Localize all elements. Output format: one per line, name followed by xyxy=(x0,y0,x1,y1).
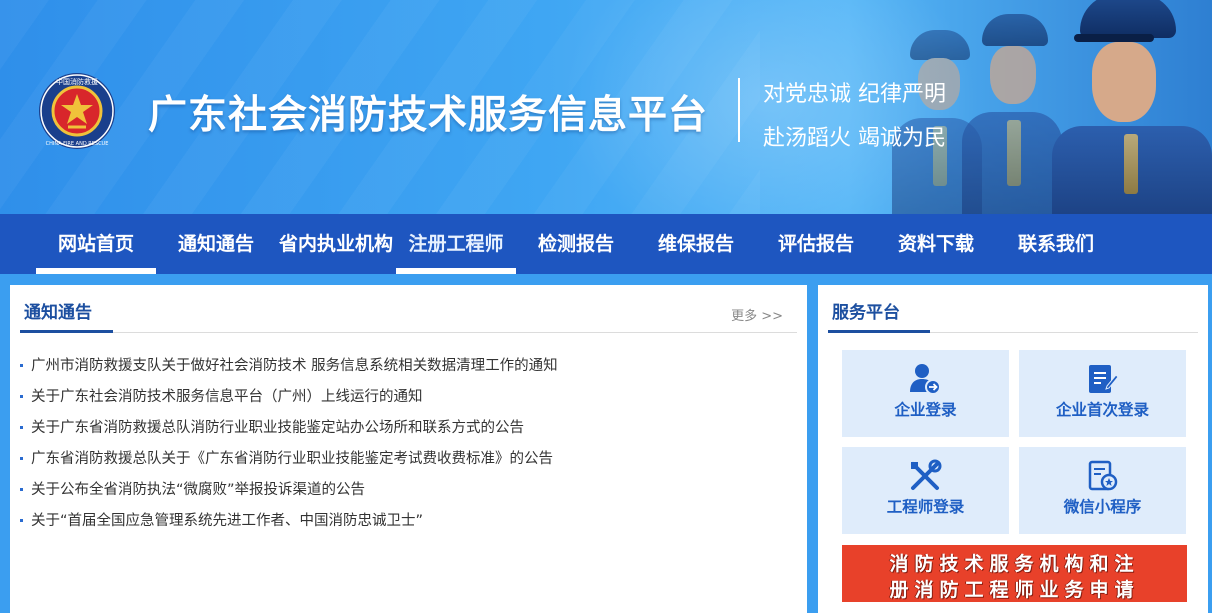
slogan-line-1: 对党忠诚 纪律严明 xyxy=(763,82,946,107)
header-divider xyxy=(738,78,740,142)
title-underline xyxy=(828,330,930,333)
promo-line-2: 册消防工程师业务申请 xyxy=(889,579,1140,601)
bullet-icon xyxy=(20,426,23,429)
notice-item[interactable]: 关于“首届全国应急管理系统先进工作者、中国消防忠诚卫士” xyxy=(20,510,558,541)
service-panel: 服务平台 企业登录 企业首次登录 工程师登录 微信小程序 消防技术服务机构和注 … xyxy=(818,285,1208,613)
user-login-icon xyxy=(910,364,941,395)
service-panel-title: 服务平台 xyxy=(832,303,900,323)
svg-text:中国消防救援: 中国消防救援 xyxy=(56,77,98,86)
nav-notices[interactable]: 通知通告 xyxy=(156,214,276,274)
tools-icon xyxy=(911,459,942,490)
service-panel-header: 服务平台 xyxy=(828,285,1198,333)
bullet-icon xyxy=(20,457,23,460)
nav-assessment-reports[interactable]: 评估报告 xyxy=(756,214,876,274)
enterprise-login-button[interactable]: 企业登录 xyxy=(842,350,1009,437)
notice-item[interactable]: 关于广东省消防救援总队消防行业职业技能鉴定站办公场所和联系方式的公告 xyxy=(20,417,558,448)
edit-document-icon xyxy=(1089,365,1119,393)
nav-downloads[interactable]: 资料下载 xyxy=(876,214,996,274)
wechat-miniprogram-button[interactable]: 微信小程序 xyxy=(1019,447,1186,534)
tile-label: 企业首次登录 xyxy=(1055,401,1149,419)
tile-label: 企业登录 xyxy=(894,401,957,419)
enterprise-first-login-button[interactable]: 企业首次登录 xyxy=(1019,350,1186,437)
nav-home[interactable]: 网站首页 xyxy=(36,214,156,274)
notice-item[interactable]: 广州市消防救援支队关于做好社会消防技术 服务信息系统相关数据清理工作的通知 xyxy=(20,355,558,386)
notice-item[interactable]: 关于公布全省消防执法“微腐败”举报投诉渠道的公告 xyxy=(20,479,558,510)
certificate-icon xyxy=(1088,460,1118,491)
nav-engineers[interactable]: 注册工程师 xyxy=(396,214,516,274)
bullet-icon xyxy=(20,364,23,367)
more-link[interactable]: 更多 >> xyxy=(731,305,783,324)
notice-list: 广州市消防救援支队关于做好社会消防技术 服务信息系统相关数据清理工作的通知 关于… xyxy=(20,355,558,541)
header-banner: 中国消防救援 CHINA FIRE AND RESCUE 广东社会消防技术服务信… xyxy=(0,0,1212,214)
notice-panel: 通知通告 更多 >> 广州市消防救援支队关于做好社会消防技术 服务信息系统相关数… xyxy=(10,285,807,613)
nav-inspection-reports[interactable]: 检测报告 xyxy=(516,214,636,274)
fire-rescue-emblem-icon: 中国消防救援 CHINA FIRE AND RESCUE xyxy=(39,73,115,149)
site-title: 广东社会消防技术服务信息平台 xyxy=(148,94,709,137)
svg-text:CHINA FIRE AND RESCUE: CHINA FIRE AND RESCUE xyxy=(46,141,109,147)
notice-item[interactable]: 广东省消防救援总队关于《广东省消防行业职业技能鉴定考试费收费标准》的公告 xyxy=(20,448,558,479)
nav-agencies[interactable]: 省内执业机构 xyxy=(276,214,396,274)
nav-contact[interactable]: 联系我们 xyxy=(996,214,1116,274)
notice-panel-header: 通知通告 更多 >> xyxy=(20,285,797,333)
bullet-icon xyxy=(20,519,23,522)
tile-label: 微信小程序 xyxy=(1063,498,1142,516)
title-underline xyxy=(20,330,113,333)
business-application-banner[interactable]: 消防技术服务机构和注 册消防工程师业务申请 xyxy=(842,545,1187,602)
main-nav: 网站首页 通知通告 省内执业机构 注册工程师 检测报告 维保报告 评估报告 资料… xyxy=(0,214,1212,274)
engineer-login-button[interactable]: 工程师登录 xyxy=(842,447,1009,534)
nav-maintenance-reports[interactable]: 维保报告 xyxy=(636,214,756,274)
bullet-icon xyxy=(20,395,23,398)
slogan-line-2: 赴汤蹈火 竭诚为民 xyxy=(763,126,946,151)
bullet-icon xyxy=(20,488,23,491)
promo-line-1: 消防技术服务机构和注 xyxy=(889,553,1140,575)
tile-label: 工程师登录 xyxy=(886,498,965,516)
notice-panel-title: 通知通告 xyxy=(24,303,92,323)
notice-item[interactable]: 关于广东社会消防技术服务信息平台（广州）上线运行的通知 xyxy=(20,386,558,417)
